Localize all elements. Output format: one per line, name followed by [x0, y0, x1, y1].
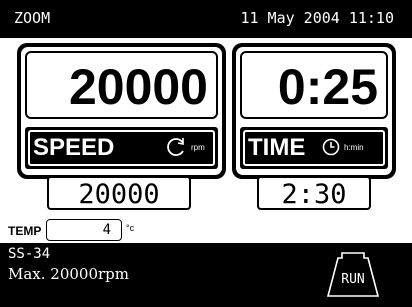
speed-label: SPEED — [33, 134, 115, 161]
mode-label: ZOOM — [14, 9, 51, 27]
actual-time-display: 0:25 — [240, 51, 388, 119]
time-unit: h:min — [344, 143, 364, 152]
time-label: TIME — [248, 134, 306, 161]
rotor-max-speed: Max. 20000rpm — [8, 265, 130, 283]
date-time: 11 May 2004 11:10 — [240, 9, 394, 27]
speed-panel[interactable]: 20000 SPEED rpm — [17, 43, 226, 179]
rotor-info-bar: SS-34 Max. 20000rpm RUN — [0, 243, 412, 307]
speed-setpoint[interactable]: 20000 — [47, 176, 191, 210]
time-setpoint[interactable]: 2:30 — [257, 176, 371, 210]
status-bar: ZOOM 11 May 2004 11:10 — [0, 0, 412, 38]
temp-setpoint[interactable]: 4 — [46, 219, 122, 241]
run-button-label: RUN — [341, 272, 365, 287]
temp-label: TEMP — [8, 224, 42, 238]
centrifuge-screen: ZOOM 11 May 2004 11:10 20000 SPEED rpm 0… — [0, 0, 412, 307]
run-button[interactable]: RUN — [326, 250, 380, 298]
time-label-bar: TIME h:min — [240, 127, 388, 169]
time-panel[interactable]: 0:25 TIME h:min — [232, 43, 396, 179]
rotation-icon — [167, 138, 184, 156]
speed-label-bar: SPEED rpm — [25, 127, 218, 169]
temp-unit: °c — [126, 223, 135, 233]
rotor-name: SS-34 — [8, 246, 51, 262]
speed-unit: rpm — [191, 143, 205, 152]
actual-speed-display: 20000 — [25, 51, 218, 119]
clock-icon — [322, 138, 340, 156]
